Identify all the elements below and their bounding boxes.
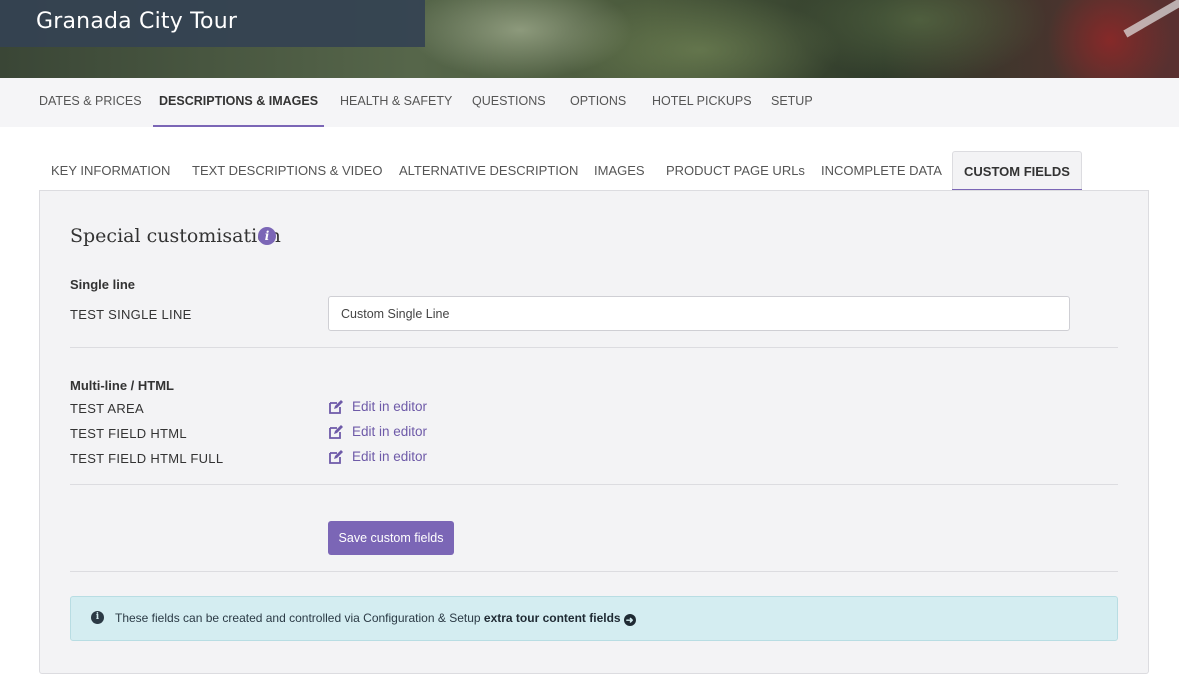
alert-message: These fields can be created and controll… xyxy=(115,611,484,625)
tab-setup[interactable]: SETUP xyxy=(771,78,813,127)
edit-icon xyxy=(329,450,343,464)
tab-descriptions-images[interactable]: DESCRIPTIONS & IMAGES xyxy=(152,78,325,127)
divider xyxy=(70,571,1118,572)
arrow-right-circle-icon: ➜ xyxy=(623,614,636,626)
custom-fields-panel: Special customisation i Single line TEST… xyxy=(39,190,1149,674)
tab-hotel-pickups[interactable]: HOTEL PICKUPS xyxy=(652,78,752,127)
section-title: Special customisation xyxy=(70,225,281,247)
divider xyxy=(70,347,1118,348)
test-single-line-label: TEST SINGLE LINE xyxy=(70,307,192,322)
tab-health-safety[interactable]: HEALTH & SAFETY xyxy=(340,78,452,127)
banner-photo-detail xyxy=(1123,0,1179,38)
edit-icon xyxy=(329,400,343,414)
test-single-line-input[interactable] xyxy=(328,296,1070,331)
alert-link-text: extra tour content fields xyxy=(483,611,621,625)
save-custom-fields-button[interactable]: Save custom fields xyxy=(328,521,454,555)
info-icon[interactable]: i xyxy=(258,227,276,245)
subtab-key-information[interactable]: KEY INFORMATION xyxy=(51,151,170,191)
multi-line-heading: Multi-line / HTML xyxy=(70,378,174,393)
hero-banner: Granada City Tour xyxy=(0,0,1179,78)
edit-icon xyxy=(329,425,343,439)
info-circle-icon: i xyxy=(91,611,104,624)
tab-dates-prices[interactable]: DATES & PRICES xyxy=(39,78,142,127)
extra-tour-content-fields-link[interactable]: extra tour content fields ➜ xyxy=(483,611,636,626)
test-field-html-label: TEST FIELD HTML xyxy=(70,426,187,441)
test-area-label: TEST AREA xyxy=(70,401,144,416)
edit-link-text: Edit in editor xyxy=(352,424,428,439)
main-nav: DATES & PRICES DESCRIPTIONS & IMAGES HEA… xyxy=(0,78,1179,127)
title-box: Granada City Tour xyxy=(0,0,425,47)
tab-options[interactable]: OPTIONS xyxy=(570,78,626,127)
alert-text: These fields can be created and controll… xyxy=(115,611,636,626)
subtab-custom-fields[interactable]: CUSTOM FIELDS xyxy=(952,151,1082,191)
subtab-text-descriptions-video[interactable]: TEXT DESCRIPTIONS & VIDEO xyxy=(192,151,382,191)
edit-link-text: Edit in editor xyxy=(352,399,428,414)
edit-link-text: Edit in editor xyxy=(352,449,428,464)
subtab-images[interactable]: IMAGES xyxy=(594,151,645,191)
page-title: Granada City Tour xyxy=(36,9,238,34)
test-field-html-full-label: TEST FIELD HTML FULL xyxy=(70,451,224,466)
subtab-incomplete-data[interactable]: INCOMPLETE DATA xyxy=(821,151,942,191)
info-alert: i These fields can be created and contro… xyxy=(70,596,1118,641)
subtab-alternative-description[interactable]: ALTERNATIVE DESCRIPTION xyxy=(399,151,578,191)
subtab-product-page-urls[interactable]: PRODUCT PAGE URLs xyxy=(666,151,805,191)
single-line-heading: Single line xyxy=(70,277,136,292)
divider xyxy=(70,484,1118,485)
tab-questions[interactable]: QUESTIONS xyxy=(472,78,546,127)
sub-tabs: KEY INFORMATION TEXT DESCRIPTIONS & VIDE… xyxy=(39,151,1149,191)
